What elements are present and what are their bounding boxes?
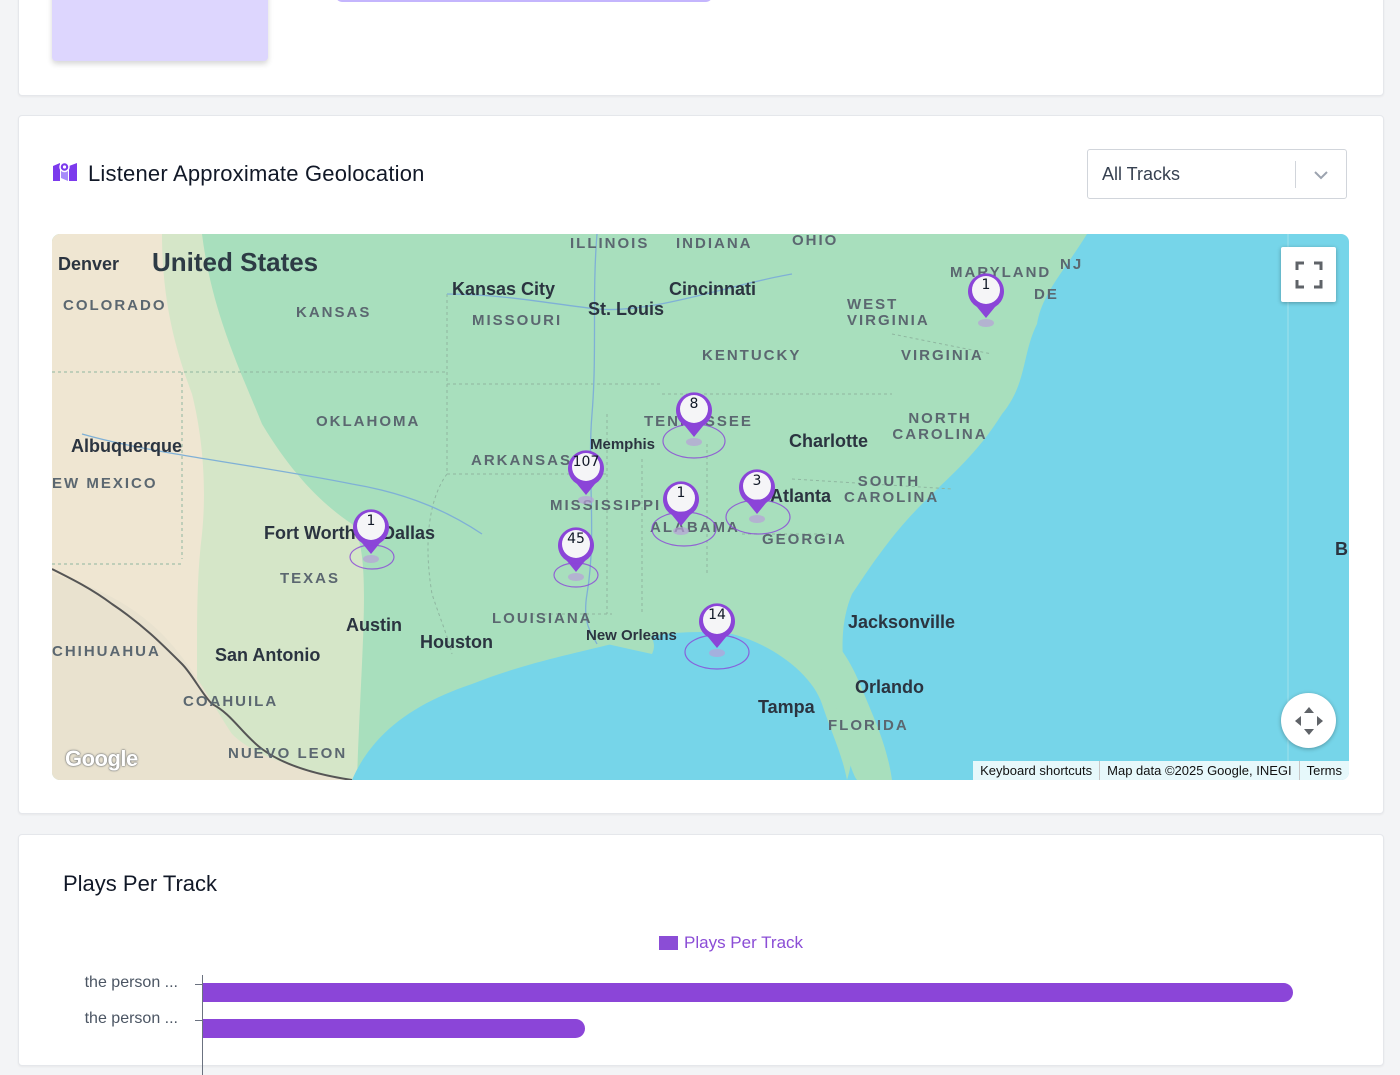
- chart-legend[interactable]: Plays Per Track: [659, 933, 803, 953]
- chevron-down-icon[interactable]: [1312, 166, 1330, 189]
- google-logo: Google: [65, 746, 138, 771]
- color-swatch-tile[interactable]: [52, 0, 268, 61]
- y-tick-label: the person ...: [84, 974, 178, 991]
- map-icon: [52, 160, 78, 187]
- map-attribution: Keyboard shortcuts Map data ©2025 Google…: [973, 761, 1349, 780]
- top-card: [18, 0, 1384, 96]
- plays-per-track-card: Plays Per Track Plays Per Track the pers…: [18, 834, 1384, 1075]
- y-tick-label: the person ...: [84, 1010, 178, 1027]
- select-divider: [1295, 161, 1296, 188]
- y-tick-mark: [195, 984, 202, 985]
- keyboard-shortcuts-link[interactable]: Keyboard shortcuts: [973, 761, 1099, 780]
- bar[interactable]: [203, 983, 1293, 1002]
- geolocation-title: Listener Approximate Geolocation: [88, 160, 425, 186]
- legend-swatch: [659, 936, 678, 950]
- plays-per-track-title: Plays Per Track: [63, 871, 218, 896]
- fullscreen-icon: [1295, 261, 1322, 288]
- fullscreen-button[interactable]: [1281, 247, 1336, 302]
- legend-label: Plays Per Track: [684, 933, 804, 952]
- cluster-halos: [349, 423, 791, 670]
- camera-control-button[interactable]: [1281, 693, 1336, 748]
- track-filter-value: All Tracks: [1102, 164, 1181, 184]
- bar[interactable]: [203, 1019, 585, 1038]
- y-tick-mark: [195, 1020, 202, 1021]
- geolocation-map[interactable]: United States Denver ILLINOIS INDIANA OH…: [52, 234, 1349, 780]
- progress-pill: [335, 0, 713, 2]
- track-filter-select[interactable]: All Tracks: [1087, 149, 1347, 199]
- terms-link[interactable]: Terms: [1298, 761, 1349, 780]
- geolocation-card: Listener Approximate Geolocation All Tra…: [18, 115, 1384, 814]
- geolocation-header: Listener Approximate Geolocation: [52, 160, 425, 187]
- camera-control-icon: [1294, 706, 1323, 735]
- map-data-text: Map data ©2025 Google, INEGI: [1099, 761, 1298, 780]
